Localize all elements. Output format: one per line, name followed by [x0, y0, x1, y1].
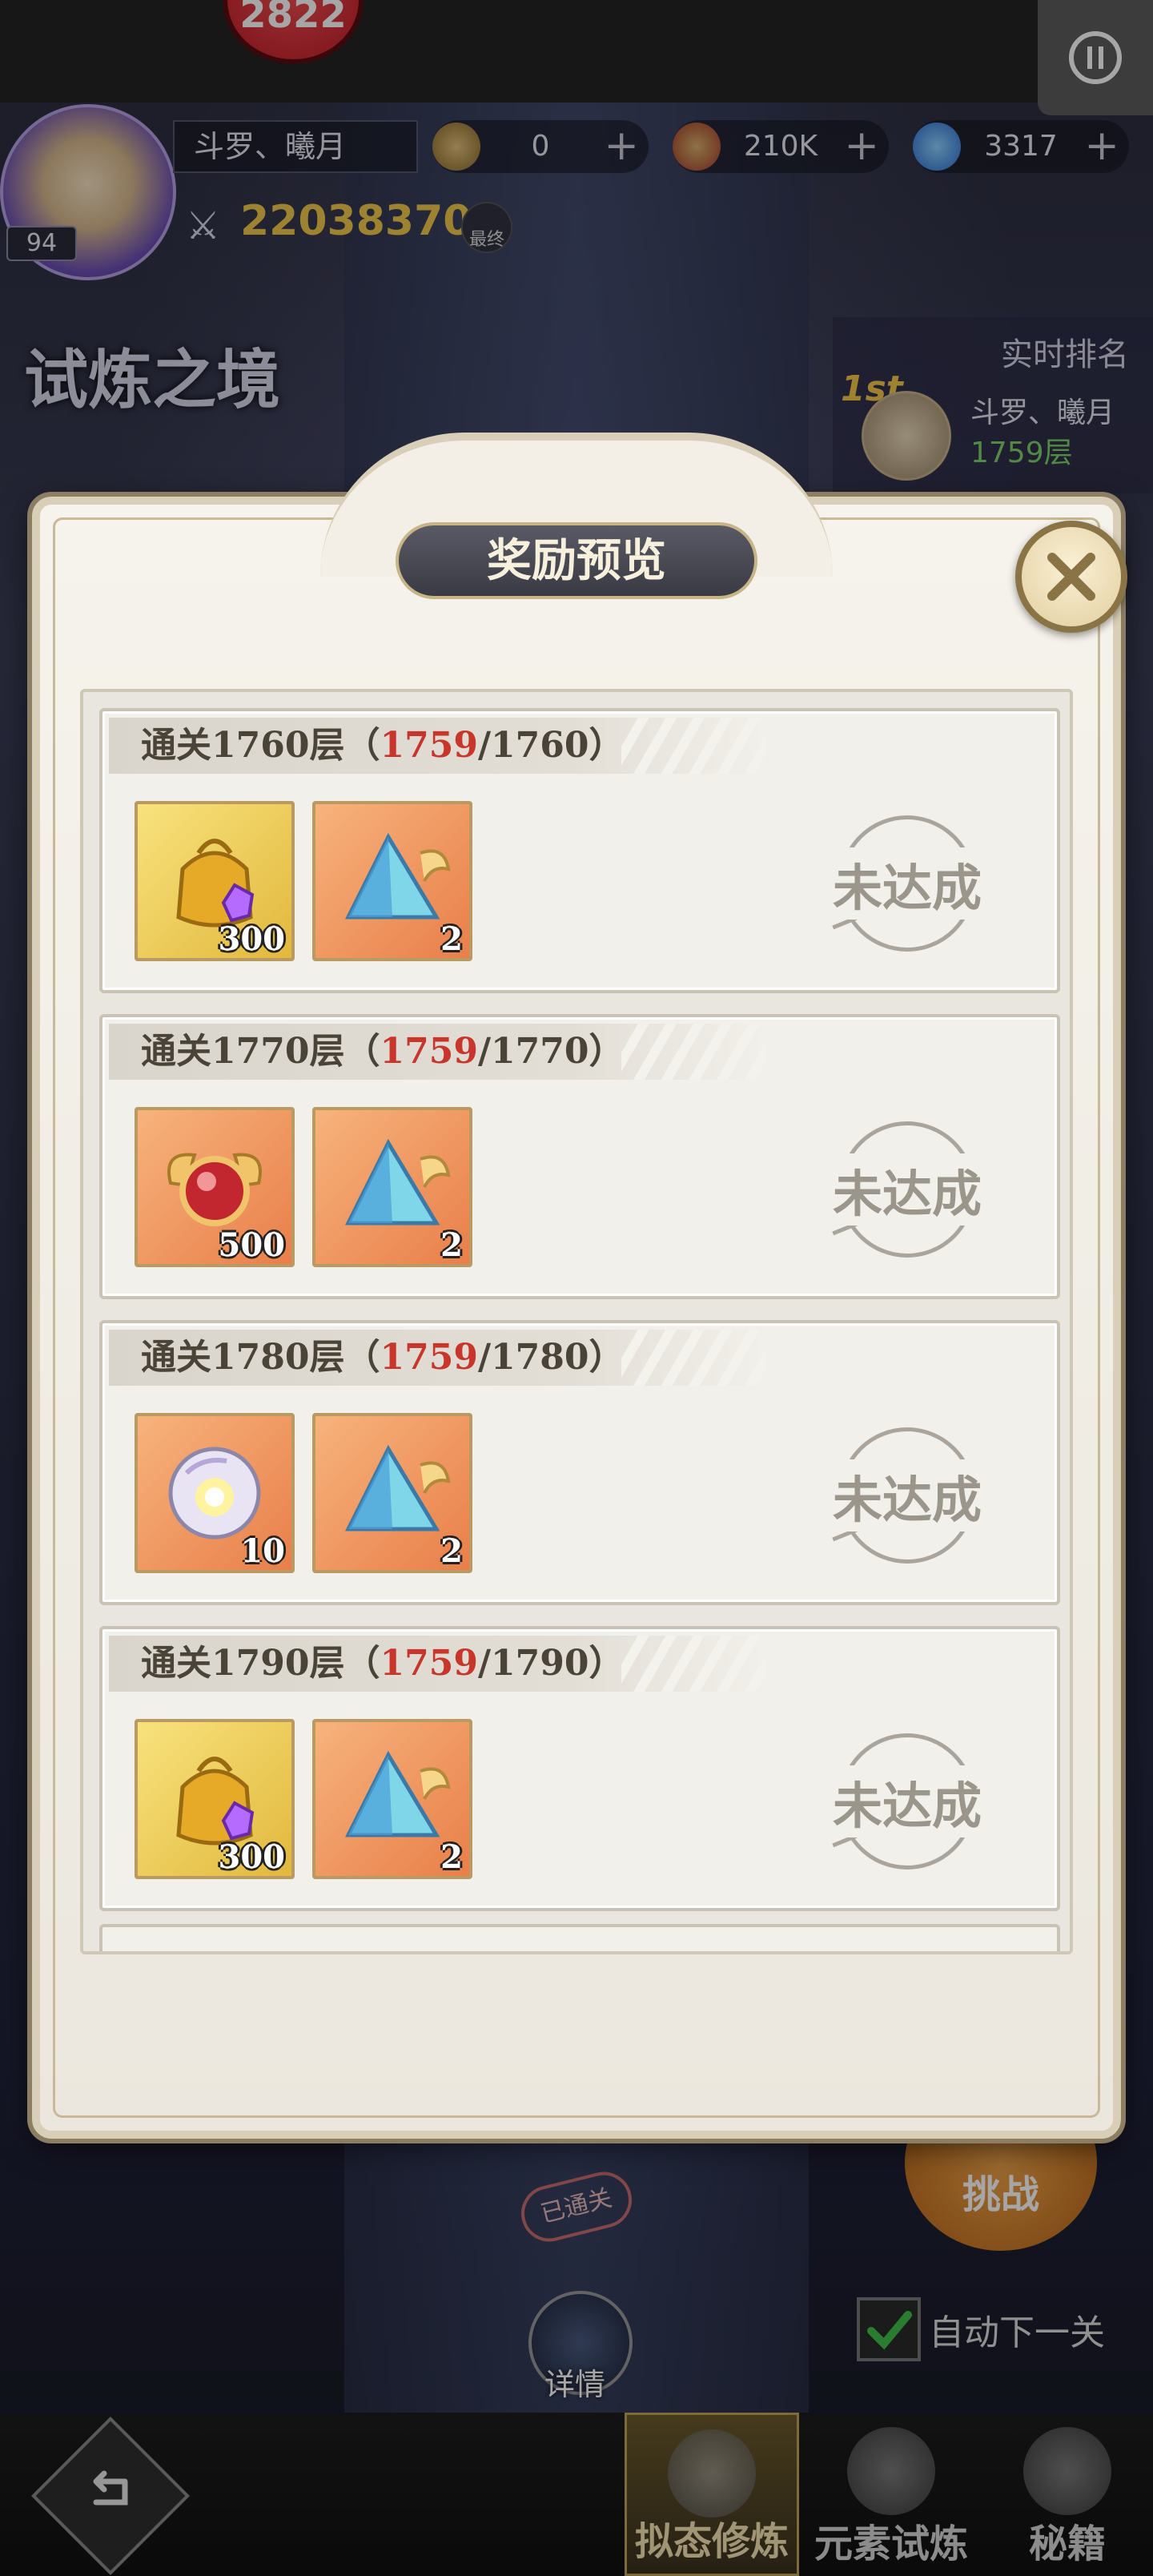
reward-item[interactable]: 2	[312, 1107, 472, 1267]
item-count: 10	[240, 1532, 285, 1570]
reward-row: 通关1770层（1759/1770） 500 2 未达成	[99, 1014, 1060, 1299]
status-stamp: 未达成	[831, 815, 984, 952]
status-text: 未达成	[831, 1153, 984, 1226]
status-stamp: 未达成	[831, 1427, 984, 1564]
reward-item[interactable]: 2	[312, 1413, 472, 1573]
winged-crystal-icon	[344, 832, 451, 920]
reward-row-partial	[99, 1924, 1060, 1951]
reward-item[interactable]: 500	[135, 1107, 295, 1267]
reward-row: 通关1790层（1759/1790） 300 2 未达成	[99, 1626, 1060, 1911]
row-current: 1759	[380, 1031, 478, 1072]
row-label: 通关1760层（	[141, 725, 380, 766]
row-current: 1759	[380, 1337, 478, 1378]
reward-item[interactable]: 10	[135, 1413, 295, 1573]
status-text: 未达成	[831, 1765, 984, 1837]
row-label: 通关1790层（	[141, 1643, 380, 1684]
reward-row: 通关1780层（1759/1780） 10 2 未达成	[99, 1320, 1060, 1605]
reward-item[interactable]: 2	[312, 801, 472, 961]
status-stamp: 未达成	[831, 1733, 984, 1870]
row-target: /1770）	[477, 1031, 625, 1072]
status-stamp: 未达成	[831, 1121, 984, 1258]
reward-item[interactable]: 2	[312, 1719, 472, 1879]
row-label: 通关1780层（	[141, 1337, 380, 1378]
header-stripes	[621, 1024, 765, 1080]
row-header: 通关1790层（1759/1790）	[109, 1636, 765, 1692]
header-stripes	[621, 1636, 765, 1692]
reward-row: 通关1760层（1759/1760） 300 2 未达成	[99, 708, 1060, 993]
header-stripes	[621, 1330, 765, 1386]
row-target: /1760）	[477, 725, 625, 766]
row-target: /1780）	[477, 1337, 625, 1378]
row-header: 通关1780层（1759/1780）	[109, 1330, 765, 1386]
item-count: 2	[440, 1532, 463, 1570]
item-count: 2	[440, 1838, 463, 1876]
close-icon	[1047, 553, 1095, 601]
row-target: /1790）	[477, 1643, 625, 1684]
winged-crystal-icon	[344, 1444, 451, 1532]
item-count: 2	[440, 1226, 463, 1264]
winged-crystal-icon	[344, 1138, 451, 1226]
reward-item[interactable]: 300	[135, 801, 295, 961]
winged-crystal-icon	[344, 1750, 451, 1837]
row-label: 通关1770层（	[141, 1031, 380, 1072]
row-current: 1759	[380, 1643, 478, 1684]
reward-item[interactable]: 300	[135, 1719, 295, 1879]
item-count: 300	[218, 1838, 286, 1876]
close-button[interactable]	[1015, 521, 1127, 633]
modal-title: 奖励预览	[396, 522, 757, 599]
status-text: 未达成	[831, 1459, 984, 1532]
row-current: 1759	[380, 725, 478, 766]
reward-list[interactable]: 通关1760层（1759/1760） 300 2 未达成 通关1770层（175…	[80, 689, 1073, 1954]
status-text: 未达成	[831, 847, 984, 920]
item-count: 500	[218, 1226, 286, 1264]
row-header: 通关1760层（1759/1760）	[109, 718, 765, 774]
item-count: 300	[218, 920, 286, 958]
header-stripes	[621, 718, 765, 774]
item-count: 2	[440, 920, 463, 958]
row-header: 通关1770层（1759/1770）	[109, 1024, 765, 1080]
